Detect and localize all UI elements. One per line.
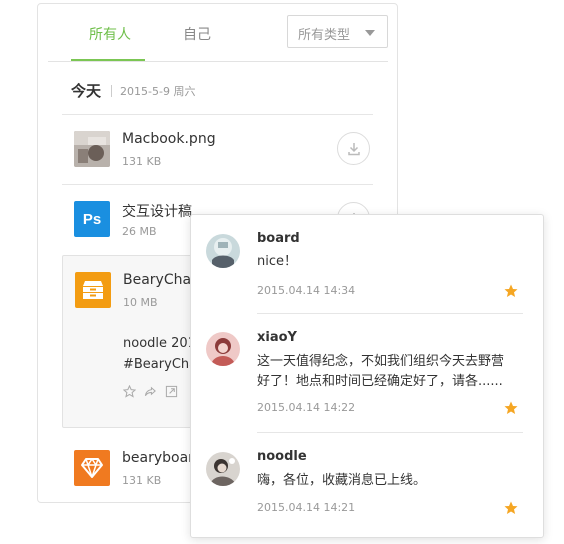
download-button[interactable] [337, 132, 370, 165]
archive-file-icon [75, 272, 111, 308]
star-icon[interactable] [504, 400, 518, 414]
file-row-macbook[interactable]: Macbook.png 131 KB [62, 115, 373, 185]
download-icon [347, 142, 360, 155]
file-message-line: #BearyCha [123, 357, 198, 372]
star-icon[interactable] [504, 283, 518, 297]
day-date: 2015-5-9 周六 [120, 84, 196, 98]
favorite-message-line: 这一天值得纪念，不如我们组织今天去野营 [257, 354, 505, 369]
favorite-username: xiaoY [257, 330, 297, 345]
favorite-timestamp: 2015.04.14 14:21 [257, 501, 356, 514]
star-outline-icon[interactable] [122, 383, 137, 398]
tab-bar: 所有人 自己 所有类型 [38, 4, 397, 62]
file-name: 交互设计稿 [122, 204, 192, 220]
file-size: 10 MB [123, 296, 158, 309]
share-icon[interactable] [144, 383, 157, 396]
open-external-icon[interactable] [165, 383, 178, 398]
divider [257, 313, 523, 314]
type-filter-value: 所有类型 [298, 28, 351, 43]
chevron-down-icon [365, 30, 375, 36]
image-thumbnail-icon [74, 131, 110, 167]
star-icon[interactable] [504, 500, 518, 514]
sketch-file-icon [74, 450, 110, 486]
favorite-message-line: nice！ [257, 254, 297, 269]
favorite-username: board [257, 231, 300, 246]
favorite-username: noodle [257, 449, 307, 464]
divider [257, 432, 523, 433]
favorite-message-line: 好了！地点和时间已经确定好了，请各...... [257, 374, 503, 389]
file-message-line: noodle 201 [123, 336, 196, 351]
day-header: 今天 2015-5-9 周六 [71, 80, 195, 104]
day-title: 今天 [71, 82, 102, 100]
divider [48, 61, 388, 62]
favorite-message-line: 嗨，各位，收藏消息已上线。 [257, 473, 427, 488]
avatar [206, 332, 240, 366]
file-size: 131 KB [122, 155, 162, 168]
type-filter-select[interactable]: 所有类型 [287, 15, 388, 48]
favorites-popup: board nice！ 2015.04.14 14:34 xiaoY 这一天值得… [190, 214, 544, 538]
avatar [206, 452, 240, 486]
divider [111, 84, 113, 97]
file-name: Macbook.png [122, 131, 216, 147]
file-size: 131 KB [122, 474, 162, 487]
favorite-timestamp: 2015.04.14 14:22 [257, 401, 356, 414]
favorite-timestamp: 2015.04.14 14:34 [257, 284, 356, 297]
avatar [206, 234, 240, 268]
tab-everyone[interactable]: 所有人 [89, 24, 131, 44]
photoshop-file-icon: Ps [74, 201, 110, 237]
file-actions [122, 383, 178, 398]
file-size: 26 MB [122, 225, 157, 238]
tab-self[interactable]: 自己 [183, 24, 211, 44]
